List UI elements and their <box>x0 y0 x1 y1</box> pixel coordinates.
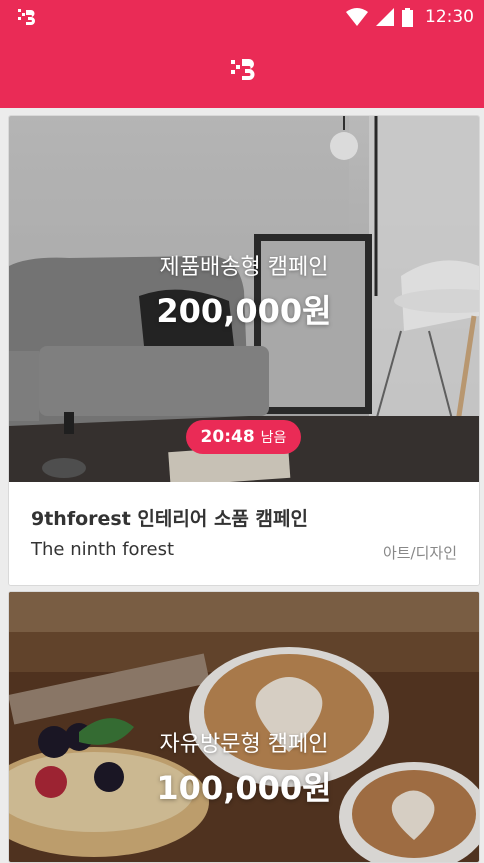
wifi-icon <box>346 8 368 26</box>
campaign-amount: 200,000원 <box>156 292 332 330</box>
countdown-label: 남음 <box>260 430 287 446</box>
campaign-amount: 100,000원 <box>156 769 332 807</box>
campaign-type: 자유방문형 캠페인 <box>159 732 329 757</box>
countdown-badge: 20:48 남음 <box>186 420 301 454</box>
campaign-type: 제품배송형 캠페인 <box>159 255 329 280</box>
signal-icon <box>376 8 394 26</box>
status-bar: 12:30 <box>0 0 484 34</box>
campaign-brand: The ninth forest <box>31 539 175 560</box>
brand-logo-icon[interactable] <box>228 54 258 84</box>
app-notification-icon <box>18 9 35 25</box>
battery-icon <box>402 7 413 27</box>
campaign-card[interactable]: 제품배송형 캠페인 200,000원 20:48 남음 9thforest 인테… <box>8 115 480 586</box>
campaign-title: 9thforest 인테리어 소품 캠페인 <box>31 508 308 530</box>
campaign-category: 아트/디자인 <box>382 544 457 562</box>
campaign-card[interactable]: 자유방문형 캠페인 100,000원 <box>8 591 480 863</box>
status-icons: 12:30 <box>346 6 474 28</box>
countdown-time: 20:48 <box>200 427 255 447</box>
app-bar <box>0 34 484 108</box>
campaign-info: 9thforest 인테리어 소품 캠페인 The ninth forest 아… <box>9 482 479 585</box>
status-time: 12:30 <box>425 7 474 27</box>
